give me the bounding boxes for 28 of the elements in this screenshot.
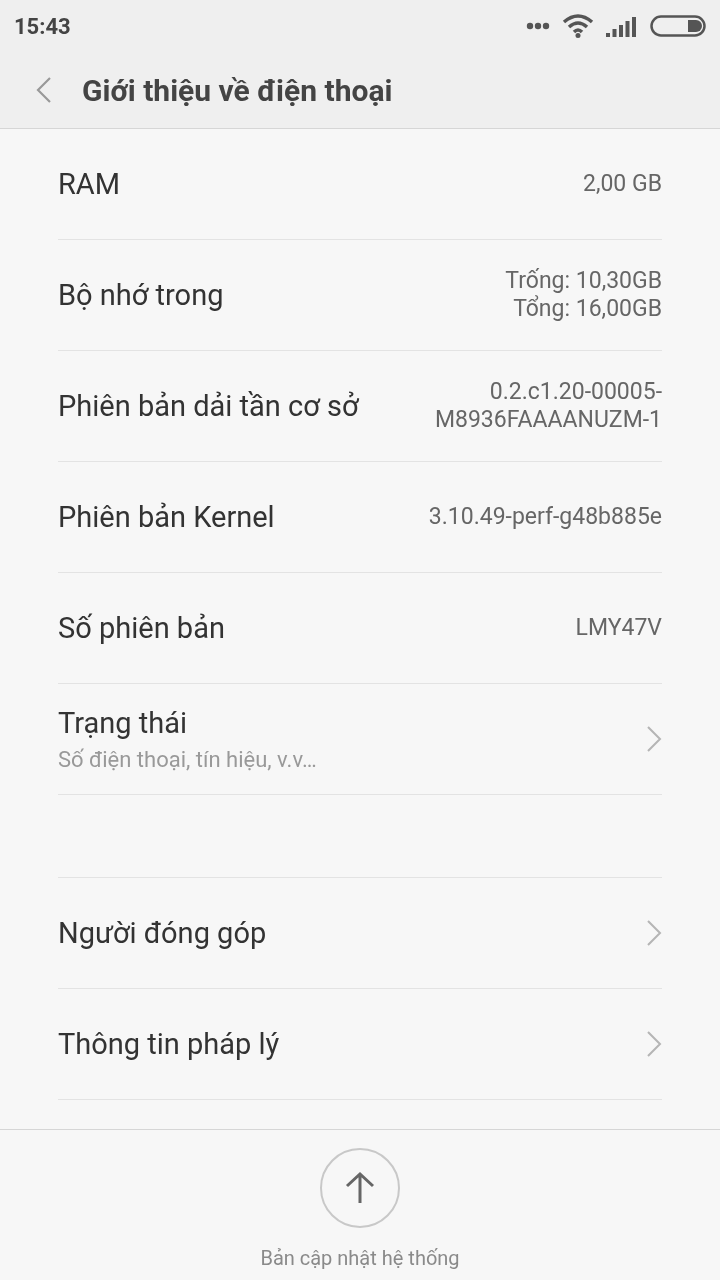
status-time: 15:43 (14, 13, 71, 39)
setting-label: Số phiên bản (58, 610, 225, 646)
setting-value: 0.2.c1.20-00005- M8936FAAAANUZM-1 (434, 377, 662, 435)
battery-icon (650, 15, 706, 37)
setting-value: Trống: 10,30GB Tổng: 16,00GB (505, 266, 662, 324)
setting-label: Bộ nhớ trong (58, 277, 224, 313)
setting-label: Phiên bản Kernel (58, 499, 275, 535)
setting-value: LMY47V (575, 613, 662, 642)
page-title: Giới thiệu về điện thoại (82, 72, 393, 108)
chevron-icon (646, 919, 662, 947)
chevron-icon (646, 725, 662, 753)
setting-label: RAM (58, 166, 121, 202)
settings-row[interactable]: Trạng thái Số điện thoại, tín hiệu, v.v… (58, 684, 662, 795)
wifi-icon (562, 14, 594, 38)
chevron-icon (646, 1030, 662, 1058)
setting-value: 3.10.49-perf-g48b885e (428, 502, 662, 531)
update-button[interactable] (320, 1148, 400, 1228)
setting-subtitle: Số điện thoại, tín hiệu, v.v… (58, 746, 317, 772)
signal-icon (606, 15, 638, 37)
settings-row[interactable]: Người đóng góp (58, 878, 662, 989)
setting-label: Thông tin pháp lý (58, 1026, 280, 1062)
update-label: Bản cập nhật hệ thống (260, 1246, 460, 1270)
setting-value: 2,00 GB (583, 169, 662, 198)
setting-label: Người đóng góp (58, 915, 267, 951)
setting-label: Trạng thái (58, 706, 189, 741)
settings-row[interactable]: Thông tin pháp lý (58, 989, 662, 1100)
more-dots-icon (526, 22, 550, 30)
setting-label: Phiên bản dải tần cơ sở (58, 388, 359, 424)
